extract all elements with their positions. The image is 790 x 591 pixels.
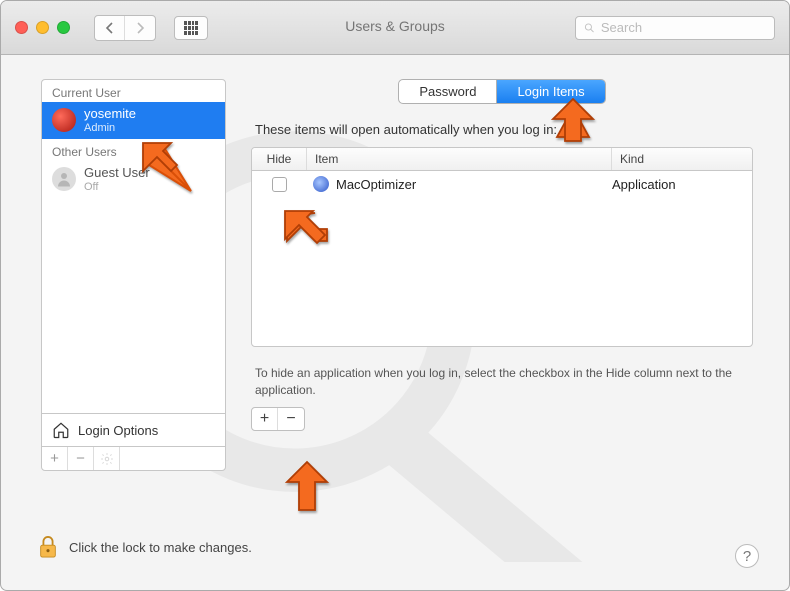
search-field[interactable] [575,16,775,40]
table-header: Hide Item Kind [252,148,752,171]
toolbar: Users & Groups [1,1,789,55]
app-icon [313,176,329,192]
search-icon [584,22,595,34]
add-remove-controls: + − [251,407,305,431]
zoom-window-button[interactable] [57,21,70,34]
col-kind[interactable]: Kind [612,148,752,170]
tab-password[interactable]: Password [399,80,497,103]
login-options-button[interactable]: Login Options [42,413,225,446]
main-pane: Password Login Items These items will op… [251,79,753,431]
user-role: Admin [84,122,136,134]
users-sidebar: Current User yosemite Admin Other Users … [41,79,226,471]
add-item-button[interactable]: + [252,408,278,430]
sidebar-controls: + − [42,446,225,470]
avatar-icon [52,108,76,132]
help-button[interactable]: ? [735,544,759,568]
section-other-users: Other Users [42,139,225,161]
show-all-button[interactable] [174,16,208,40]
traffic-lights [15,21,70,34]
avatar-icon [52,167,76,191]
prefs-window: Users & Groups Current User yosemite Adm… [0,0,790,591]
item-kind: Application [612,177,752,192]
user-row-current[interactable]: yosemite Admin [42,102,225,139]
user-name: yosemite [84,107,136,122]
remove-item-button[interactable]: − [278,408,304,430]
users-list: Current User yosemite Admin Other Users … [42,80,225,413]
minimize-window-button[interactable] [36,21,49,34]
table-row[interactable]: MacOptimizer Application [252,171,752,197]
gear-icon [100,452,114,466]
col-item[interactable]: Item [307,148,612,170]
close-window-button[interactable] [15,21,28,34]
col-hide[interactable]: Hide [252,148,307,170]
lock-icon[interactable] [37,534,59,560]
lock-text: Click the lock to make changes. [69,540,252,555]
user-role: Off [84,181,150,193]
item-name: MacOptimizer [336,177,416,192]
section-current-user: Current User [42,80,225,102]
action-menu-button[interactable] [94,447,120,470]
body: Current User yosemite Admin Other Users … [1,55,789,590]
tab-login-items[interactable]: Login Items [497,80,604,103]
instruction-text: These items will open automatically when… [251,122,753,137]
lock-row: Click the lock to make changes. [37,534,753,560]
login-options-label: Login Options [78,423,158,438]
login-items-table: Hide Item Kind MacOptimizer Application [251,147,753,347]
search-input[interactable] [601,20,766,35]
tab-bar: Password Login Items [251,79,753,104]
back-button[interactable] [95,16,125,40]
nav-segment [94,15,156,41]
hint-text: To hide an application when you log in, … [251,365,753,399]
forward-button[interactable] [125,16,155,40]
home-icon [52,421,70,439]
grid-icon [184,21,198,35]
user-row-guest[interactable]: Guest User Off [42,161,225,198]
add-user-button[interactable]: + [42,447,68,470]
hide-checkbox[interactable] [272,177,287,192]
remove-user-button[interactable]: − [68,447,94,470]
user-name: Guest User [84,166,150,181]
